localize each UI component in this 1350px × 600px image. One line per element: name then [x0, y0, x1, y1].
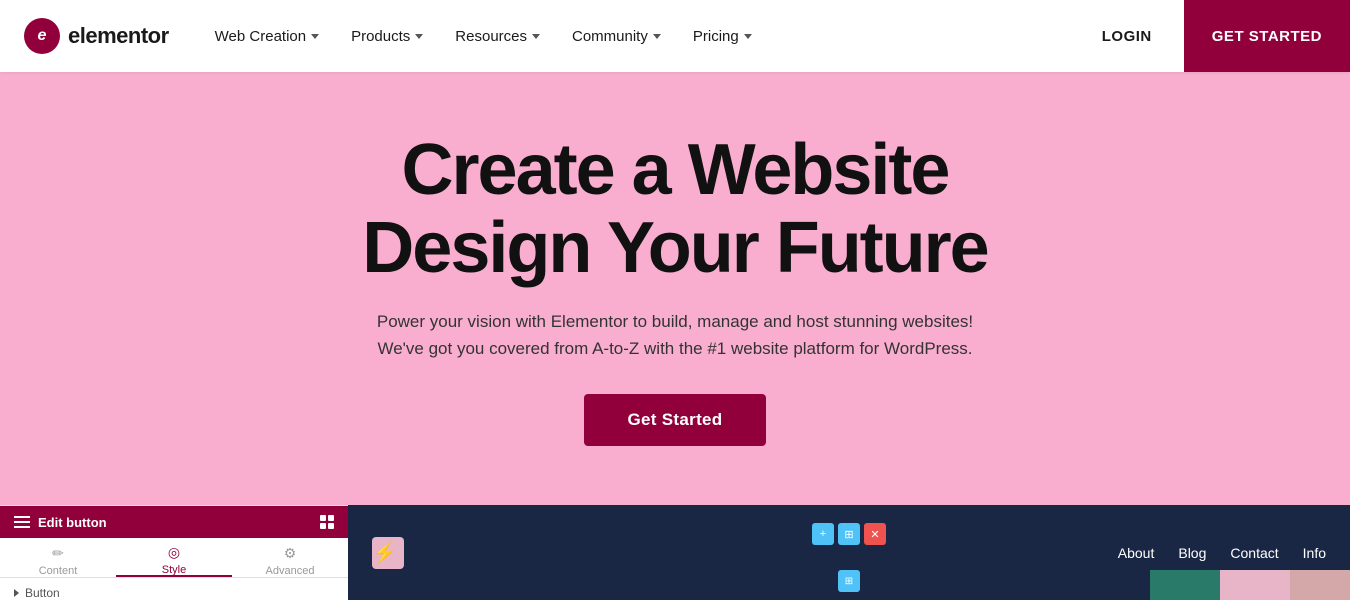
chevron-down-icon: [311, 34, 319, 39]
element-duplicate-button[interactable]: ⊞: [838, 523, 860, 545]
color-block-light: [1290, 570, 1350, 600]
hero-subtitle: Power your vision with Elementor to buil…: [377, 308, 973, 362]
nav-item-community[interactable]: Community: [558, 20, 675, 53]
content-tab-icon: ✏: [52, 545, 64, 562]
editor-panel-header: Edit button: [0, 506, 348, 538]
chevron-down-icon: [744, 34, 752, 39]
element-settings-button[interactable]: +: [812, 523, 834, 545]
nav-item-products[interactable]: Products: [337, 20, 437, 53]
site-nav-info: Info: [1303, 545, 1326, 561]
nav-item-web-creation[interactable]: Web Creation: [201, 20, 333, 53]
hero-cta-button[interactable]: Get Started: [584, 394, 767, 446]
login-button[interactable]: LOGIN: [1086, 20, 1168, 53]
site-preview: ⚡ About Blog Contact Info + ⊞ ✕ ⊞: [348, 505, 1350, 600]
nav-item-resources[interactable]: Resources: [441, 20, 554, 53]
advanced-tab-icon: ⚙: [284, 545, 297, 562]
chevron-down-icon: [653, 34, 661, 39]
editor-panel-tabs: ✏ Content ◎ Style ⚙ Advanced: [0, 538, 348, 578]
logo-icon: e: [24, 18, 60, 54]
chevron-down-icon: [532, 34, 540, 39]
tab-advanced[interactable]: ⚙ Advanced: [232, 538, 348, 577]
editor-panel-body: Button: [0, 578, 348, 600]
editor-section-label: Button: [14, 586, 334, 600]
grid-icon[interactable]: [320, 515, 334, 529]
logo[interactable]: e elementor: [24, 18, 169, 54]
logo-text: elementor: [68, 23, 169, 49]
navbar: e elementor Web Creation Products Resour…: [0, 0, 1350, 72]
color-block-pink: [1220, 570, 1290, 600]
nav-right: LOGIN GET STARTED: [1086, 0, 1326, 72]
tab-content[interactable]: ✏ Content: [0, 538, 116, 577]
site-nav-about: About: [1118, 545, 1155, 561]
site-nav-contact: Contact: [1230, 545, 1278, 561]
color-block-teal: [1150, 570, 1220, 600]
preview-bar: Edit button ✏ Content ◎ Style ⚙ Advanced: [0, 505, 1350, 600]
elementor-tool-icon: ⚡: [372, 540, 397, 565]
get-started-button[interactable]: GET STARTED: [1184, 0, 1350, 72]
editor-panel: Edit button ✏ Content ◎ Style ⚙ Advanced: [0, 505, 348, 600]
editor-panel-header-left: Edit button: [14, 515, 107, 530]
hamburger-icon[interactable]: [14, 516, 30, 528]
edit-controls: + ⊞ ✕: [812, 523, 886, 545]
hero-section: Create a Website Design Your Future Powe…: [0, 72, 1350, 600]
color-block-navy: [1090, 570, 1150, 600]
style-tab-icon: ◎: [168, 544, 180, 561]
site-nav-links: About Blog Contact Info: [1118, 545, 1326, 561]
element-handle[interactable]: ⊞: [838, 570, 860, 592]
edit-button-label: Edit button: [38, 515, 107, 530]
tab-style[interactable]: ◎ Style: [116, 538, 232, 577]
color-strip: [1090, 570, 1350, 600]
site-nav-blog: Blog: [1178, 545, 1206, 561]
nav-item-pricing[interactable]: Pricing: [679, 20, 766, 53]
chevron-down-icon: [415, 34, 423, 39]
element-close-button[interactable]: ✕: [864, 523, 886, 545]
nav-items: Web Creation Products Resources Communit…: [201, 20, 1086, 53]
chevron-right-icon: [14, 589, 19, 597]
hero-title: Create a Website Design Your Future: [362, 132, 987, 288]
